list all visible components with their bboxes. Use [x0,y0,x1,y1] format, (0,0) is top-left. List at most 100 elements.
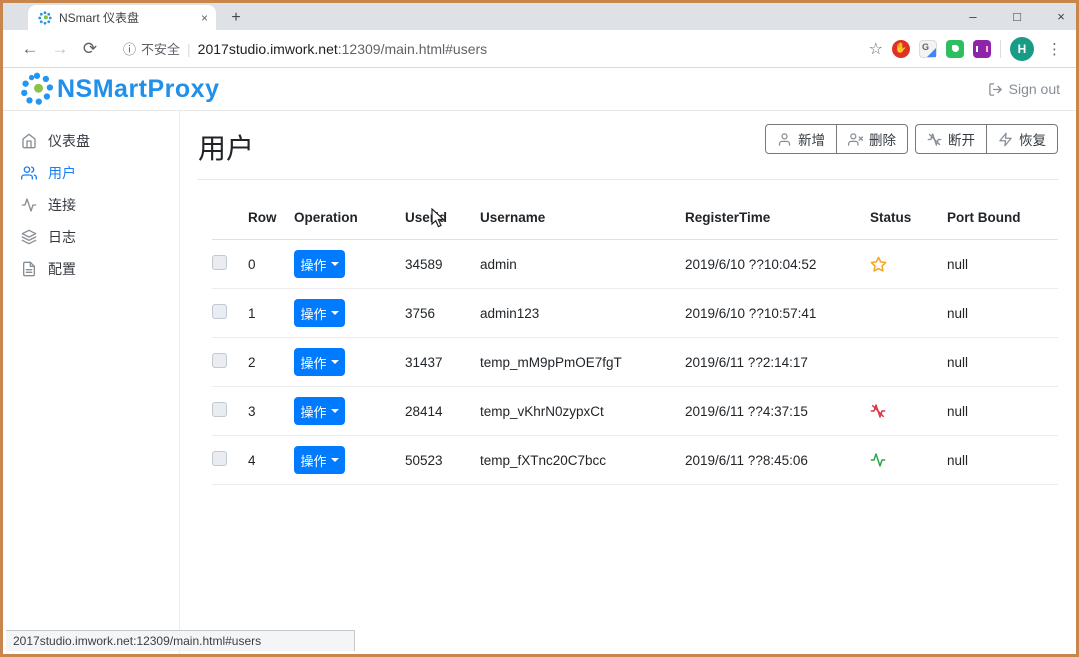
port-bound-cell: null [947,306,1058,321]
main-content: 用户 新增 删除 [180,111,1076,654]
favicon-nsmartproxy-icon [38,11,52,25]
file-text-icon [21,261,37,277]
operation-button-label: 操作 [300,402,326,421]
status-cell [870,403,947,419]
profile-avatar[interactable]: H [1010,37,1034,61]
table-row: 1 操作 3756 admin123 2019/6/10 ??10:57:41 … [212,289,1058,338]
users-icon [21,165,37,181]
col-row: Row [248,210,294,225]
port-bound-cell: null [947,404,1058,419]
back-icon[interactable]: ← [17,39,43,59]
row-index: 1 [248,306,294,321]
purple-extension-icon[interactable] [973,40,991,58]
register-time-cell: 2019/6/10 ??10:57:41 [685,306,870,321]
caret-down-icon [331,409,339,413]
address-bar[interactable]: ⓘ 不安全 | 2017studio.imwork.net:12309/main… [107,39,865,58]
row-checkbox[interactable] [212,402,227,417]
row-checkbox[interactable] [212,255,227,270]
sidebar-item-dashboard[interactable]: 仪表盘 [3,125,179,157]
bookmark-star-icon[interactable]: ☆ [869,39,883,59]
row-index: 4 [248,453,294,468]
sign-out-button[interactable]: Sign out [988,81,1060,97]
row-checkbox[interactable] [212,451,227,466]
tab-title: NSmart 仪表盘 [59,9,194,26]
forward-icon: → [47,39,73,59]
userid-cell: 34589 [405,257,480,272]
table-body: 0 操作 34589 admin 2019/6/10 ??10:04:52 nu… [212,240,1058,485]
disconnect-button[interactable]: 断开 [915,124,987,154]
operation-button[interactable]: 操作 [294,299,345,327]
row-index: 2 [248,355,294,370]
operation-button-label: 操作 [300,255,326,274]
refresh-icon[interactable]: ⟳ [77,39,103,59]
sidebar-item-users[interactable]: 用户 [3,157,179,189]
browser-window: NSmart 仪表盘 × + – □ × ← → ⟳ ⓘ 不安全 | 2017s… [0,0,1079,657]
tab-close-icon[interactable]: × [201,11,208,25]
sidebar-item-logs[interactable]: 日志 [3,221,179,253]
adblock-extension-icon[interactable]: ✋ [892,40,910,58]
operation-button[interactable]: 操作 [294,348,345,376]
operation-button-label: 操作 [300,304,326,323]
restore-label: 恢复 [1019,129,1046,149]
window-close-button[interactable]: × [1054,9,1068,24]
table-row: 4 操作 50523 temp_fXTnc20C7bcc 2019/6/11 ?… [212,436,1058,485]
window-minimize-button[interactable]: – [966,9,980,24]
evernote-extension-icon[interactable] [946,40,964,58]
browser-menu-icon[interactable]: ⋮ [1043,40,1066,58]
userid-cell: 3756 [405,306,480,321]
sidebar-item-label: 连接 [48,195,76,215]
new-tab-button[interactable]: + [225,9,247,27]
username-cell: temp_mM9pPmOE7fgT [480,355,685,370]
disconnected-status-icon [870,403,886,419]
restore-button[interactable]: 恢复 [987,124,1058,154]
col-status: Status [870,210,947,225]
row-index: 0 [248,257,294,272]
col-portbound: Port Bound [947,210,1058,225]
caret-down-icon [331,458,339,462]
sidebar-item-label: 仪表盘 [48,131,90,151]
caret-down-icon [331,311,339,315]
add-user-label: 新增 [798,129,825,149]
star-status-icon [870,256,887,273]
status-cell [870,256,947,273]
delete-user-label: 删除 [869,129,896,149]
row-checkbox[interactable] [212,353,227,368]
security-label: 不安全 [141,39,180,58]
col-username: Username [480,210,685,225]
register-time-cell: 2019/6/10 ??10:04:52 [685,257,870,272]
user-x-icon [848,132,863,147]
table-row: 2 操作 31437 temp_mM9pPmOE7fgT 2019/6/11 ?… [212,338,1058,387]
activity-icon [21,197,37,213]
browser-tab[interactable]: NSmart 仪表盘 × [28,5,216,30]
table-row: 0 操作 34589 admin 2019/6/10 ??10:04:52 nu… [212,240,1058,289]
username-cell: admin [480,257,685,272]
port-bound-cell: null [947,355,1058,370]
connected-status-icon [870,452,886,468]
add-user-button[interactable]: 新增 [765,124,837,154]
url-path: :12309/main.html#users [338,41,487,57]
users-table: Row Operation Userid Username RegisterTi… [212,202,1058,485]
username-cell: temp_fXTnc20C7bcc [480,453,685,468]
app-title: NSMartProxy [57,75,220,104]
layers-icon [21,229,37,245]
table-header-row: Row Operation Userid Username RegisterTi… [212,202,1058,240]
delete-user-button[interactable]: 删除 [837,124,908,154]
operation-button[interactable]: 操作 [294,446,345,474]
translate-extension-icon[interactable]: G [919,40,937,58]
userid-cell: 50523 [405,453,480,468]
operation-button[interactable]: 操作 [294,250,345,278]
info-icon[interactable]: ⓘ [123,39,136,58]
operation-button[interactable]: 操作 [294,397,345,425]
userid-cell: 28414 [405,404,480,419]
action-toolbar: 新增 删除 断开 [765,124,1058,154]
sidebar-item-connections[interactable]: 连接 [3,189,179,221]
row-index: 3 [248,404,294,419]
username-cell: temp_vKhrN0zypxCt [480,404,685,419]
col-userid: Userid [405,210,480,225]
status-bar-url: 2017studio.imwork.net:12309/main.html#us… [13,634,261,648]
window-maximize-button[interactable]: □ [1010,9,1024,24]
disconnect-label: 断开 [948,129,975,149]
row-checkbox[interactable] [212,304,227,319]
sidebar-item-config[interactable]: 配置 [3,253,179,285]
title-divider [198,179,1058,180]
